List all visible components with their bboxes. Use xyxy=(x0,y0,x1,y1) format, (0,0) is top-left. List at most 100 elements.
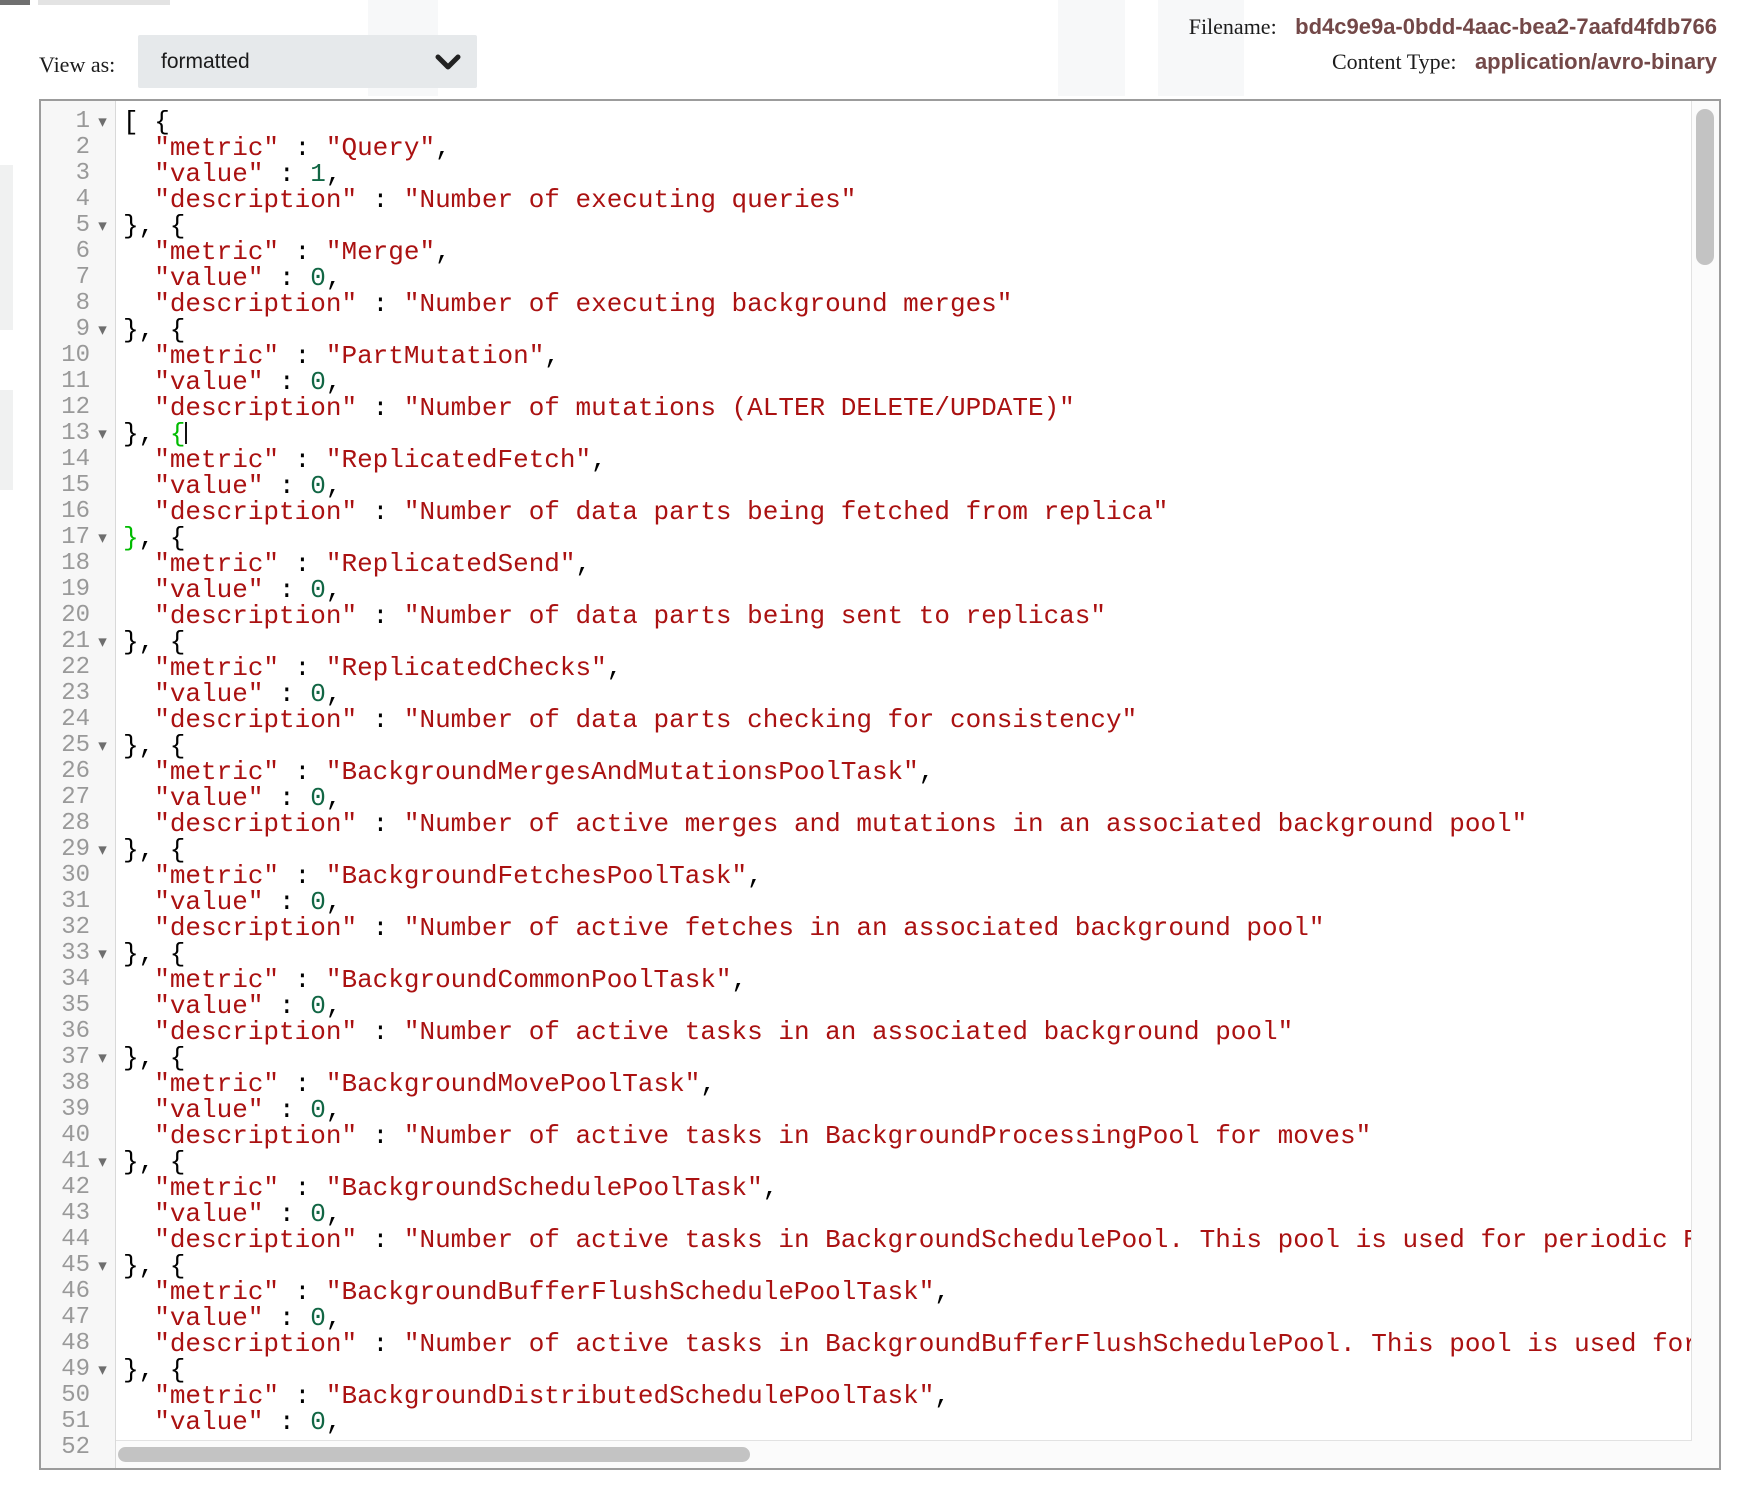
gutter-row: 49▾ xyxy=(41,1357,115,1383)
content-type-label: Content Type: xyxy=(1332,49,1457,74)
code-line[interactable]: "description" : "Number of data parts ch… xyxy=(123,707,1692,733)
token-punctuation: , xyxy=(435,133,451,163)
code-line[interactable]: "description" : "Number of active tasks … xyxy=(123,1123,1692,1149)
code-line[interactable]: "value" : 0, xyxy=(123,473,1692,499)
code-line[interactable]: }, { xyxy=(123,421,1692,447)
code-line[interactable]: "description" : "Number of active merges… xyxy=(123,811,1692,837)
gutter-row: 46 xyxy=(41,1279,115,1305)
code-line[interactable]: "value" : 1, xyxy=(123,161,1692,187)
code-line[interactable]: "metric" : "PartMutation", xyxy=(123,343,1692,369)
vertical-scrollbar-thumb[interactable] xyxy=(1696,109,1714,265)
code-line[interactable]: "value" : 0, xyxy=(123,1409,1692,1435)
code-line[interactable]: "value" : 0, xyxy=(123,577,1692,603)
code-line[interactable]: "description" : "Number of data parts be… xyxy=(123,603,1692,629)
fold-arrow-icon[interactable]: ▾ xyxy=(90,525,115,551)
code-line[interactable]: "metric" : "Merge", xyxy=(123,239,1692,265)
code-area[interactable]: [ { "metric" : "Query", "value" : 1, "de… xyxy=(116,101,1692,1468)
line-number: 23 xyxy=(41,681,90,707)
code-line[interactable]: "metric" : "ReplicatedChecks", xyxy=(123,655,1692,681)
fold-arrow-icon[interactable]: ▾ xyxy=(90,837,115,863)
gutter-row: 36 xyxy=(41,1019,115,1045)
code-line[interactable]: }, { xyxy=(123,1045,1692,1071)
code-line[interactable]: "metric" : "BackgroundBufferFlushSchedul… xyxy=(123,1279,1692,1305)
code-line[interactable]: "metric" : "BackgroundFetchesPoolTask", xyxy=(123,863,1692,889)
code-line[interactable]: "value" : 0, xyxy=(123,369,1692,395)
gutter-row: 32 xyxy=(41,915,115,941)
code-line[interactable]: [ { xyxy=(123,109,1692,135)
code-line[interactable]: "value" : 0, xyxy=(123,265,1692,291)
code-line[interactable]: "description" : "Number of active fetche… xyxy=(123,915,1692,941)
code-line[interactable]: }, { xyxy=(123,525,1692,551)
code-line[interactable]: "description" : "Number of active tasks … xyxy=(123,1227,1692,1253)
code-line[interactable]: "metric" : "ReplicatedFetch", xyxy=(123,447,1692,473)
code-line[interactable]: "description" : "Number of active tasks … xyxy=(123,1331,1692,1357)
token-string: "Number of executing queries" xyxy=(404,185,856,215)
fold-arrow-icon[interactable]: ▾ xyxy=(90,1253,115,1279)
token-string: "Number of active tasks in BackgroundSch… xyxy=(404,1225,1692,1255)
gutter-row: 13▾ xyxy=(41,421,115,447)
view-as-select[interactable]: formatted xyxy=(138,35,477,88)
token-punctuation: , xyxy=(435,237,451,267)
code-line[interactable]: "description" : "Number of mutations (AL… xyxy=(123,395,1692,421)
fold-arrow-icon[interactable]: ▾ xyxy=(90,1357,115,1383)
gutter-row: 47 xyxy=(41,1305,115,1331)
fold-arrow-icon[interactable]: ▾ xyxy=(90,421,115,447)
code-line[interactable]: }, { xyxy=(123,213,1692,239)
code-line[interactable]: "metric" : "BackgroundSchedulePoolTask", xyxy=(123,1175,1692,1201)
line-number: 11 xyxy=(41,369,90,395)
fold-arrow-icon[interactable]: ▾ xyxy=(90,213,115,239)
code-line[interactable]: "metric" : "BackgroundCommonPoolTask", xyxy=(123,967,1692,993)
code-line[interactable]: "value" : 0, xyxy=(123,1201,1692,1227)
message-metadata: Filename: bd4c9e9a-0bdd-4aac-bea2-7aafd4… xyxy=(1189,14,1717,84)
code-line[interactable]: }, { xyxy=(123,941,1692,967)
code-line[interactable]: }, { xyxy=(123,733,1692,759)
token-number: 0 xyxy=(310,1407,326,1437)
token-punctuation: , xyxy=(934,1381,950,1411)
horizontal-scrollbar[interactable] xyxy=(116,1440,1692,1468)
line-number: 6 xyxy=(41,239,90,265)
fold-arrow-icon[interactable]: ▾ xyxy=(90,317,115,343)
code-line[interactable]: "description" : "Number of data parts be… xyxy=(123,499,1692,525)
code-line[interactable]: }, { xyxy=(123,837,1692,863)
code-line[interactable]: }, { xyxy=(123,1149,1692,1175)
vertical-scrollbar[interactable] xyxy=(1691,101,1719,1468)
code-line[interactable]: "metric" : "BackgroundDistributedSchedul… xyxy=(123,1383,1692,1409)
code-editor[interactable]: 1▾2345▾6789▾10111213▾14151617▾18192021▾2… xyxy=(39,99,1721,1470)
background-placeholder xyxy=(0,165,13,330)
code-line[interactable]: "value" : 0, xyxy=(123,889,1692,915)
code-line[interactable]: "description" : "Number of active tasks … xyxy=(123,1019,1692,1045)
code-line[interactable]: }, { xyxy=(123,1357,1692,1383)
gutter-row: 1▾ xyxy=(41,109,115,135)
line-number: 25 xyxy=(41,733,90,759)
code-line[interactable]: }, { xyxy=(123,1253,1692,1279)
code-line[interactable]: "description" : "Number of executing bac… xyxy=(123,291,1692,317)
background-placeholder xyxy=(0,0,30,5)
code-line[interactable]: "metric" : "BackgroundMovePoolTask", xyxy=(123,1071,1692,1097)
code-line[interactable]: "metric" : "ReplicatedSend", xyxy=(123,551,1692,577)
code-line[interactable]: "metric" : "Query", xyxy=(123,135,1692,161)
code-line[interactable]: "value" : 0, xyxy=(123,785,1692,811)
code-line[interactable]: }, { xyxy=(123,629,1692,655)
code-line[interactable]: "description" : "Number of executing que… xyxy=(123,187,1692,213)
view-as-label: View as: xyxy=(39,52,115,78)
code-line[interactable]: "value" : 0, xyxy=(123,1097,1692,1123)
line-number: 3 xyxy=(41,161,90,187)
fold-arrow-icon[interactable]: ▾ xyxy=(90,941,115,967)
fold-arrow-icon[interactable]: ▾ xyxy=(90,1045,115,1071)
code-line[interactable]: "value" : 0, xyxy=(123,1305,1692,1331)
line-number: 28 xyxy=(41,811,90,837)
code-line[interactable]: "value" : 0, xyxy=(123,681,1692,707)
fold-arrow-icon[interactable]: ▾ xyxy=(90,1149,115,1175)
gutter-row: 21▾ xyxy=(41,629,115,655)
fold-arrow-icon[interactable]: ▾ xyxy=(90,733,115,759)
code-line[interactable]: "value" : 0, xyxy=(123,993,1692,1019)
token-punctuation: , xyxy=(700,1069,716,1099)
gutter-row: 5▾ xyxy=(41,213,115,239)
gutter-row: 41▾ xyxy=(41,1149,115,1175)
horizontal-scrollbar-thumb[interactable] xyxy=(118,1447,750,1462)
fold-arrow-icon[interactable]: ▾ xyxy=(90,629,115,655)
code-line[interactable]: }, { xyxy=(123,317,1692,343)
token-string: "Number of active tasks in an associated… xyxy=(404,1017,1293,1047)
code-line[interactable]: "metric" : "BackgroundMergesAndMutations… xyxy=(123,759,1692,785)
fold-arrow-icon[interactable]: ▾ xyxy=(90,109,115,135)
